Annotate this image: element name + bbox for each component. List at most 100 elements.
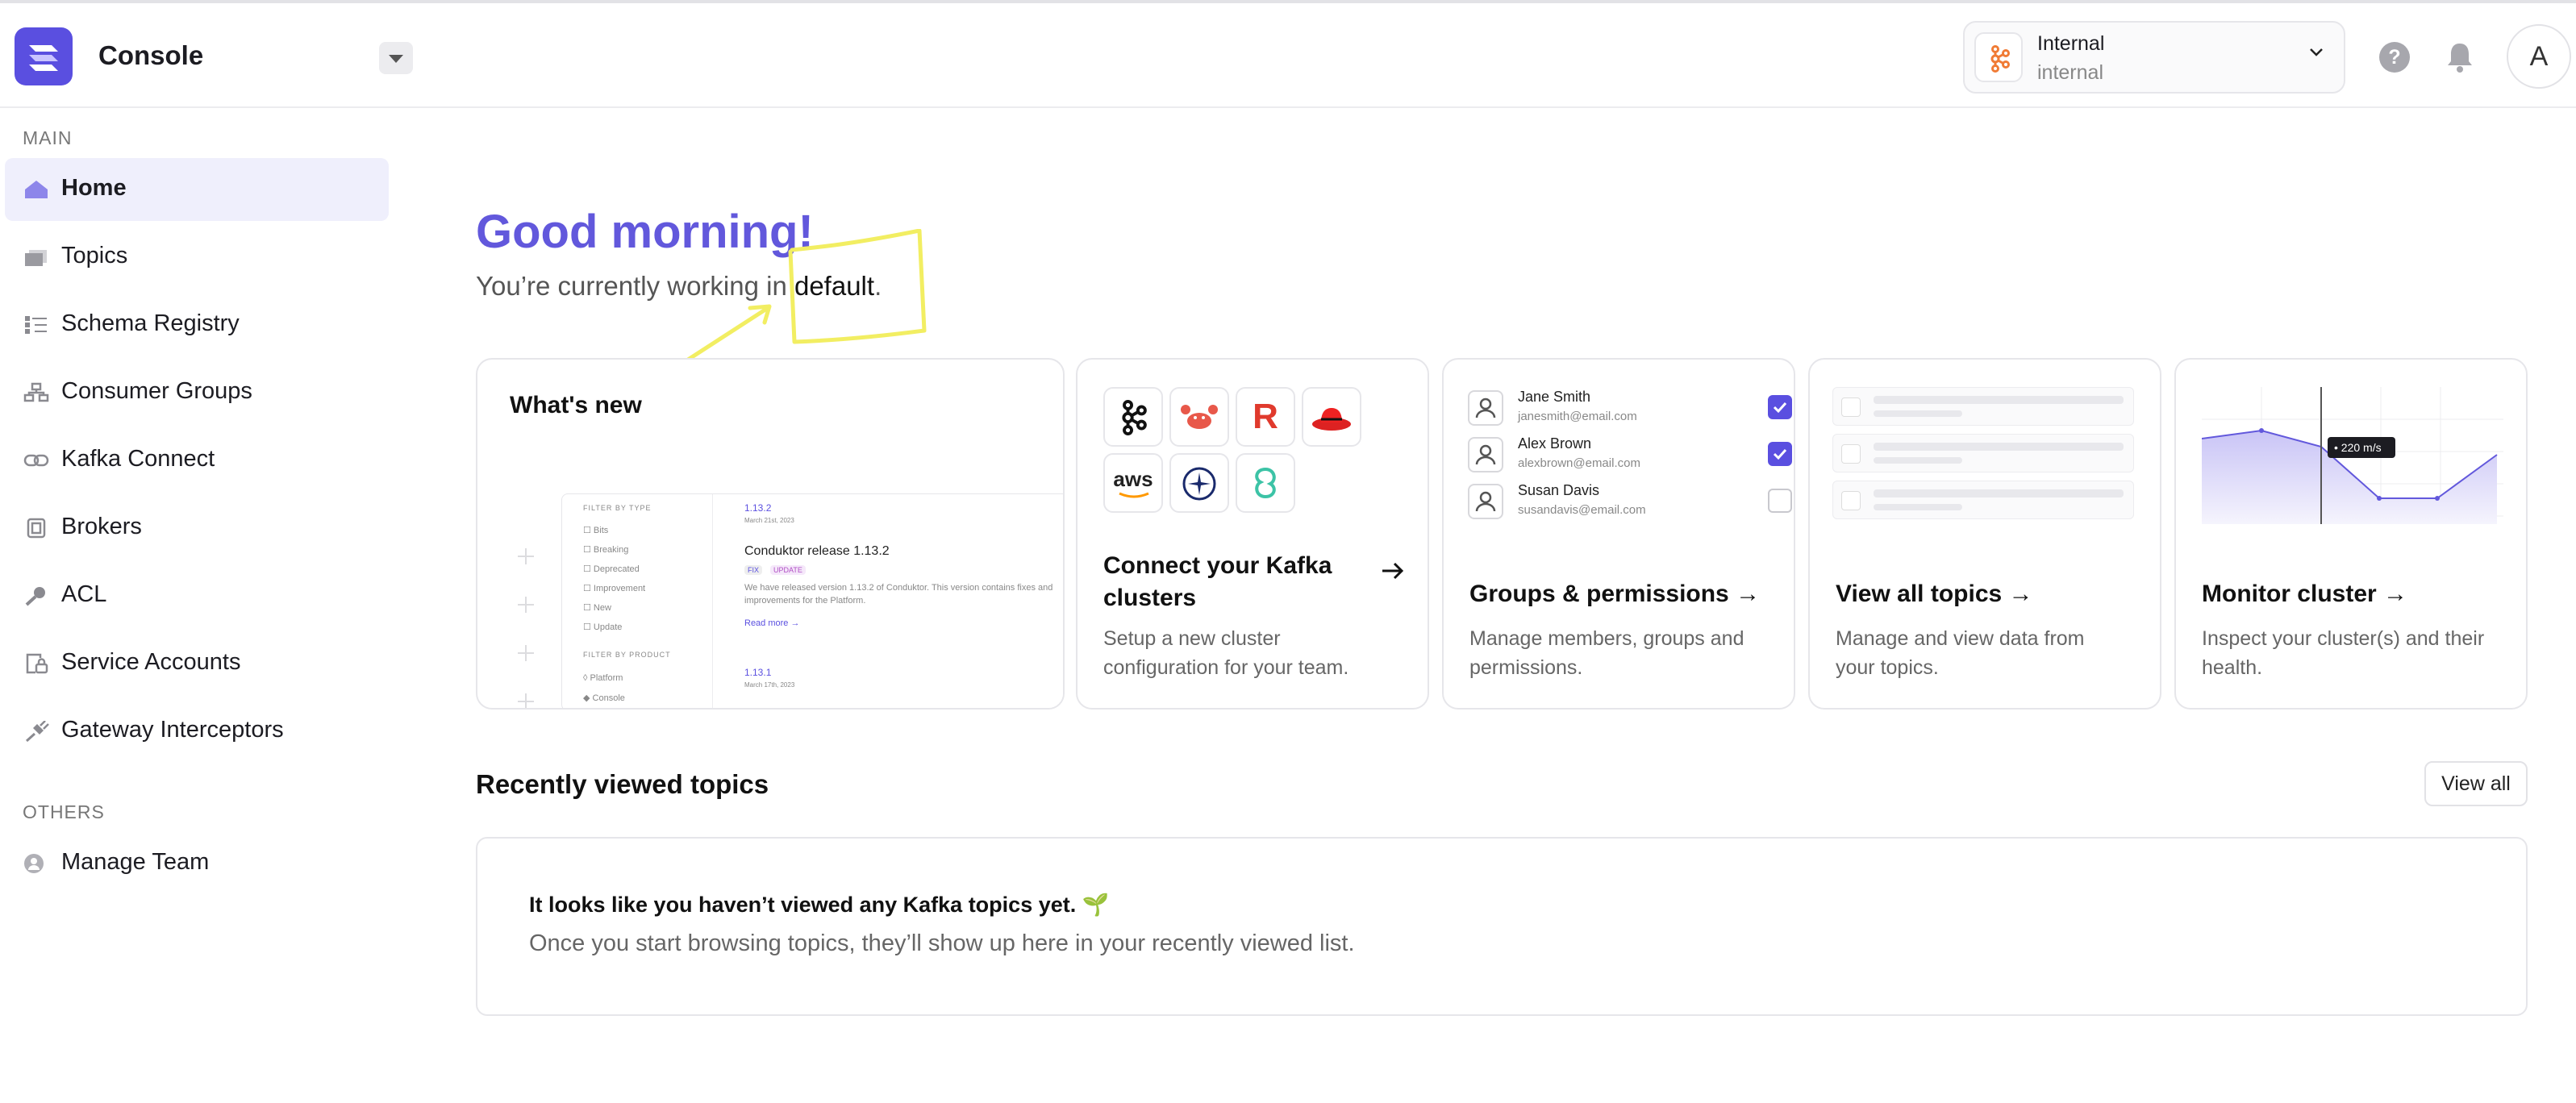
release-text: improvements for the Platform. <box>744 596 866 606</box>
fix-badge: FIX <box>744 565 763 575</box>
sidebar-item-acl[interactable]: ACL <box>5 564 389 627</box>
plug-icon <box>25 721 49 742</box>
filter-option: ☐ Deprecated <box>583 564 640 574</box>
chevron-down-icon <box>2310 48 2323 56</box>
kafka-icon <box>1974 32 2023 82</box>
redpanda-icon: R <box>1236 387 1295 447</box>
schema-icon <box>25 316 47 334</box>
team-icon <box>24 854 44 873</box>
list-icon <box>1841 444 1861 464</box>
sidebar-item-topics[interactable]: Topics <box>5 226 389 289</box>
release-version: 1.13.2 <box>744 502 772 514</box>
monitor-cluster-card[interactable]: • 220 m/s Monitor cluster → Inspect your… <box>2174 358 2528 710</box>
sidebar-section-others: OTHERS <box>23 801 105 822</box>
home-icon <box>25 181 48 198</box>
filter-by-product-label: FILTER BY PRODUCT <box>583 651 671 659</box>
help-icon[interactable]: ? <box>2379 42 2410 73</box>
groups-permissions-card[interactable]: Jane Smith janesmith@email.com Alex Brow… <box>1442 358 1795 710</box>
member-row: Jane Smith janesmith@email.com <box>1468 387 1792 429</box>
sidebar-item-manage-team[interactable]: Manage Team <box>5 832 389 895</box>
member-name: Alex Brown <box>1518 435 1592 452</box>
card-description: Inspect your cluster(s) and their health. <box>2202 627 2485 679</box>
connect-clusters-card[interactable]: R aws Connect your Kafka clusters Setup a… <box>1076 358 1429 710</box>
yellow-annotation-highlight <box>683 229 927 364</box>
sidebar-item-label: Schema Registry <box>61 310 240 336</box>
card-title: Monitor cluster → <box>2202 581 2408 607</box>
sidebar-item-label: Consumer Groups <box>61 378 252 404</box>
sidebar-item-label: Home <box>61 175 127 201</box>
member-email: janesmith@email.com <box>1518 410 1637 423</box>
arrow-right-icon <box>1382 562 1404 580</box>
empty-state-text: Once you start browsing topics, they’ll … <box>529 930 1355 956</box>
user-icon <box>1468 437 1503 472</box>
member-checkbox <box>1768 442 1792 466</box>
release-date: March 17th, 2023 <box>744 681 795 689</box>
list-icon <box>1841 491 1861 510</box>
filter-option: ☐ Update <box>583 622 623 632</box>
card-title: Connect your Kafka clusters <box>1103 550 1332 614</box>
monitor-tooltip: • 220 m/s <box>2334 441 2382 454</box>
sidebar-item-label: Brokers <box>61 514 142 539</box>
sidebar-item-kafka-connect[interactable]: Kafka Connect <box>5 429 389 492</box>
sidebar-item-brokers[interactable]: Brokers <box>5 497 389 560</box>
user-avatar[interactable]: A <box>2507 24 2571 89</box>
crab-icon <box>1169 387 1229 447</box>
app-dropdown-button[interactable] <box>379 42 413 74</box>
filter-option: ☐ Improvement <box>583 584 646 593</box>
app-title: Console <box>98 40 204 70</box>
member-email: alexbrown@email.com <box>1518 456 1640 470</box>
member-checkbox <box>1768 395 1792 419</box>
card-title: View all topics → <box>1836 581 2033 607</box>
aiven-icon <box>1169 453 1229 513</box>
product-option: ◊ Platform <box>583 673 623 683</box>
member-checkbox <box>1768 489 1792 513</box>
title-line: Connect your Kafka <box>1103 552 1332 579</box>
filter-option: ☐ New <box>583 603 611 613</box>
card-description: Manage members, groups and permissions. <box>1469 627 1744 679</box>
user-icon <box>1468 484 1503 519</box>
member-name: Jane Smith <box>1518 389 1591 405</box>
key-icon <box>25 587 45 606</box>
sidebar-item-schema-registry[interactable]: Schema Registry <box>5 293 389 356</box>
card-title: Groups & permissions → <box>1469 581 1761 607</box>
sidebar-section-main: MAIN <box>23 127 73 148</box>
cluster-name: Internal <box>2037 32 2105 55</box>
member-name: Susan Davis <box>1518 482 1600 498</box>
product-option: ◆ Console <box>583 693 625 703</box>
sidebar-item-gateway-interceptors[interactable]: Gateway Interceptors <box>5 700 389 763</box>
release-notes-preview: FILTER BY TYPE ☐ Bits ☐ Breaking ☐ Depre… <box>561 493 1063 708</box>
read-more-link: Read more → <box>744 618 800 628</box>
sidebar-item-service-accounts[interactable]: Service Accounts <box>5 632 389 695</box>
kafka-connect-icon <box>23 454 49 467</box>
bell-icon[interactable] <box>2444 40 2476 74</box>
sidebar-item-home[interactable]: Home <box>5 158 389 221</box>
sidebar-item-label: Manage Team <box>61 849 210 875</box>
sidebar-item-label: ACL <box>61 581 107 607</box>
filter-option: ☐ Bits <box>583 526 609 535</box>
release-date: March 21st, 2023 <box>744 517 794 524</box>
recent-topics-empty-state: It looks like you haven’t viewed any Kaf… <box>476 837 2528 1016</box>
topic-row-placeholder <box>1832 434 2134 472</box>
cluster-selector[interactable]: Internal internal <box>1963 21 2345 94</box>
confluent-icon <box>1236 453 1295 513</box>
card-description: Setup a new cluster configuration for you… <box>1103 627 1349 679</box>
filter-by-type-label: FILTER BY TYPE <box>583 504 652 512</box>
sidebar-item-label: Kafka Connect <box>61 446 215 472</box>
user-icon <box>1468 390 1503 426</box>
sidebar-item-consumer-groups[interactable]: Consumer Groups <box>5 361 389 424</box>
card-description: Manage and view data from your topics. <box>1836 627 2085 679</box>
kafka-icon <box>1103 387 1163 447</box>
release-title: Conduktor release 1.13.2 <box>744 544 890 558</box>
sidebar-item-label: Topics <box>61 243 128 268</box>
whats-new-card[interactable]: What's new FILTER BY TYPE ☐ Bits ☐ Break… <box>476 358 1065 710</box>
topic-row-placeholder <box>1832 387 2134 426</box>
view-topics-card[interactable]: View all topics → Manage and view data f… <box>1808 358 2161 710</box>
conduktor-logo[interactable] <box>15 27 73 85</box>
member-row: Susan Davis susandavis@email.com <box>1468 481 1792 522</box>
card-title: What's new <box>510 392 642 418</box>
cluster-id: internal <box>2037 61 2103 84</box>
view-all-button[interactable]: View all <box>2424 761 2528 806</box>
brokers-icon <box>27 518 46 539</box>
recently-viewed-title: Recently viewed topics <box>476 769 769 799</box>
service-accounts-icon <box>26 653 48 674</box>
